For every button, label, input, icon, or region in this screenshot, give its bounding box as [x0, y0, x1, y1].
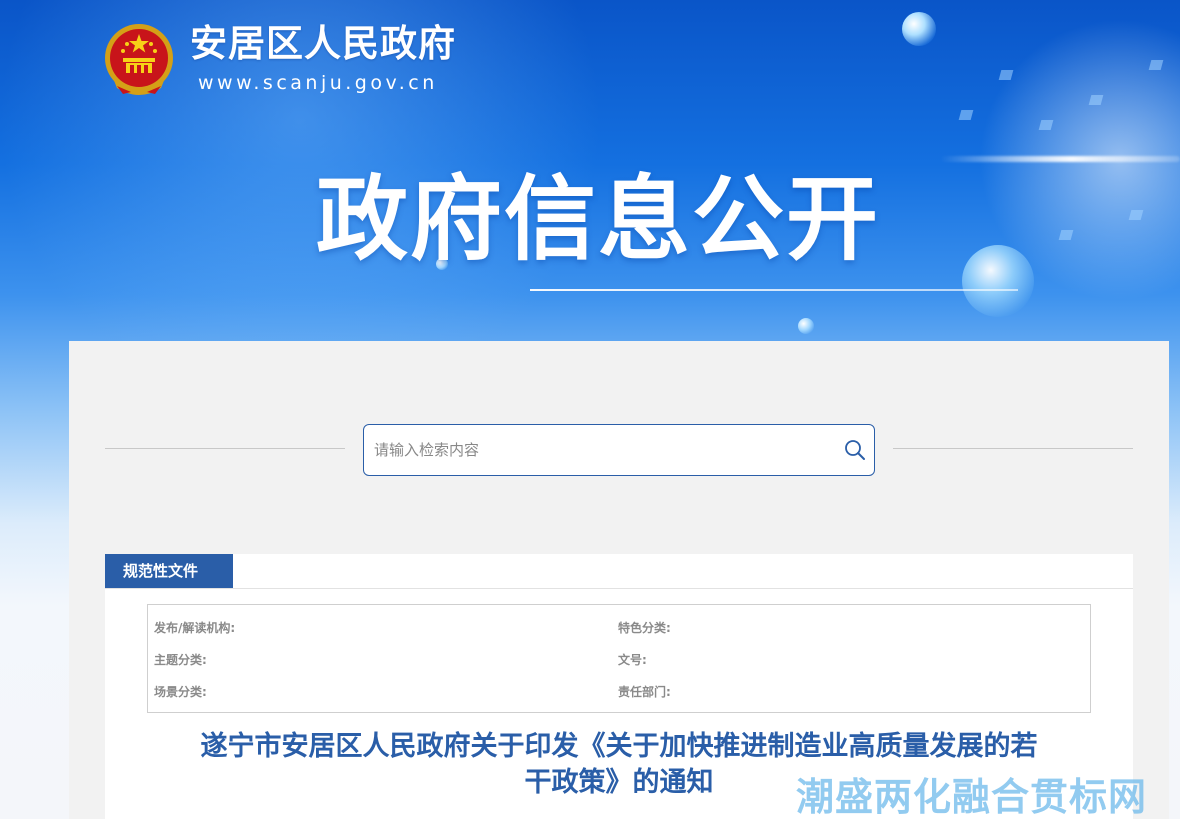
page-title: 政府信息公开 — [316, 166, 881, 273]
search-box — [363, 424, 875, 476]
national-emblem-icon — [105, 24, 173, 95]
site-url[interactable]: www.scanju.gov.cn — [198, 71, 438, 95]
search-divider-left — [105, 448, 345, 449]
site-name[interactable]: 安居区人民政府 — [190, 22, 456, 66]
decorative-orb — [798, 318, 814, 334]
decorative-cube — [1088, 95, 1104, 105]
title-underline — [530, 289, 1018, 291]
decorative-cube — [1148, 60, 1164, 70]
decorative-orb — [962, 245, 1034, 317]
meta-topic-category: 主题分类: — [154, 653, 207, 667]
document-title-line-2: 干政策》的通知 — [524, 767, 714, 798]
decorative-cube — [1038, 120, 1054, 130]
tab-normative-documents[interactable]: 规范性文件 — [105, 554, 233, 588]
decorative-cube — [998, 70, 1014, 80]
meta-scene-category: 场景分类: — [154, 685, 207, 699]
decorative-cube — [1128, 210, 1144, 220]
search-input[interactable] — [374, 425, 834, 475]
light-streak — [940, 156, 1180, 162]
meta-responsible-dept: 责任部门: — [618, 685, 671, 699]
tab-bar-line — [105, 588, 1133, 589]
meta-feature-category: 特色分类: — [618, 621, 671, 635]
meta-publisher: 发布/解读机构: — [154, 621, 236, 635]
document-title-line-1: 遂宁市安居区人民政府关于印发《关于加快推进制造业高质量发展的若 — [200, 731, 1038, 762]
search-icon[interactable] — [844, 439, 866, 461]
decorative-cube — [958, 110, 974, 120]
document-title: 遂宁市安居区人民政府关于印发《关于加快推进制造业高质量发展的若 干政策》的通知 — [110, 729, 1128, 801]
decorative-cube — [1058, 230, 1074, 240]
meta-doc-number: 文号: — [618, 653, 647, 667]
search-divider-right — [893, 448, 1133, 449]
decorative-orb — [902, 12, 936, 46]
